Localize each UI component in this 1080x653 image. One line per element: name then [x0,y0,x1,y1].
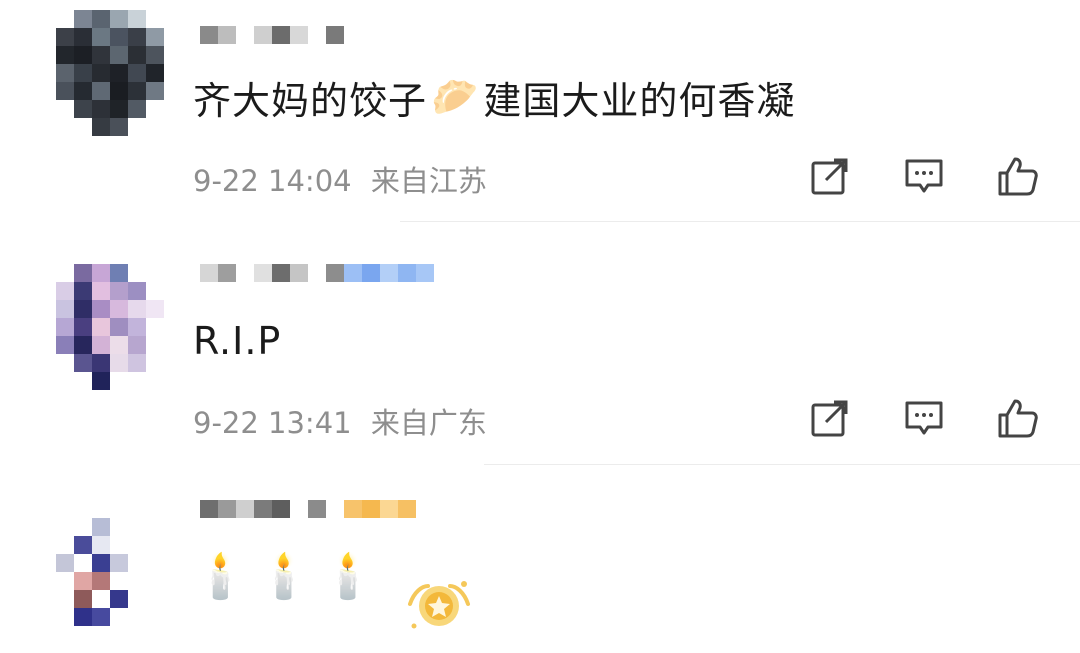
comment-text: R.I.P [193,316,281,366]
thumbs-up-icon[interactable] [996,396,1040,440]
comment-text-part: 建国大业的何香凝 [483,78,796,123]
comment-item: 🕯️ 🕯️ 🕯️ [0,464,1080,653]
candle-emoji: 🕯️ [256,551,313,602]
comment-item: R.I.P 9-22 13:41 来自广东 [0,222,1080,465]
comment-text-content: R.I.P [193,319,282,363]
comment-bubble-icon[interactable] [902,396,946,440]
username-redacted[interactable] [200,26,344,60]
username-redacted[interactable] [200,264,434,298]
share-square-icon[interactable] [808,154,852,198]
comment-text-part: 齐大妈的饺子 [193,78,428,123]
location: 来自广东 [370,406,487,440]
comment-bubble-icon[interactable] [902,154,946,198]
comment-text: 齐大妈的饺子 🥟 建国大业的何香凝 [193,72,796,123]
share-square-icon[interactable] [808,396,852,440]
dumpling-emoji: 🥟 [431,74,480,119]
thumbs-up-icon[interactable] [996,154,1040,198]
location: 来自江苏 [370,164,487,198]
timestamp: 9-22 14:04 [193,164,352,198]
comment-meta: 9-22 13:41 来自广东 [193,400,487,442]
avatar[interactable] [56,518,164,644]
username-redacted[interactable] [200,500,416,534]
avatar[interactable] [56,264,164,390]
badge-crown-icon [408,581,470,629]
comment-meta: 9-22 14:04 来自江苏 [193,158,487,200]
avatar[interactable] [56,10,164,136]
candle-emoji: 🕯️ [193,551,249,602]
comment-actions [808,396,1040,440]
comment-text: 🕯️ 🕯️ 🕯️ [193,546,376,606]
candle-emoji: 🕯️ [320,551,377,602]
comment-actions [808,154,1040,198]
timestamp: 9-22 13:41 [193,406,352,440]
comment-item: 齐大妈的饺子 🥟 建国大业的何香凝 9-22 14:04 来自江苏 [0,0,1080,222]
